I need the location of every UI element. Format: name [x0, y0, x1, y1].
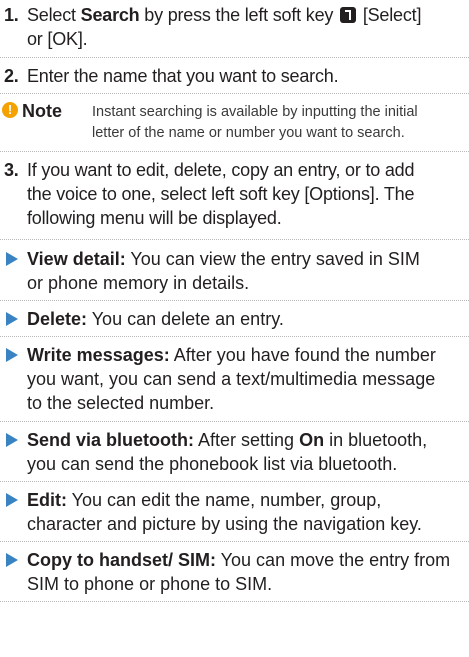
- divider: [0, 93, 469, 94]
- option-term: Write messages:: [27, 345, 170, 365]
- option-desc-bold: On: [299, 430, 325, 450]
- divider: [0, 57, 469, 58]
- bullet-arrow-icon: [6, 312, 18, 326]
- step-1: 1. Select Search by press the left soft …: [0, 3, 469, 51]
- option-term: Copy to handset/ SIM:: [27, 550, 216, 570]
- option-desc: character and picture by using the navig…: [27, 514, 422, 534]
- step-text: Enter the name that you want to search.: [27, 66, 339, 86]
- option-desc: You can move the entry from: [216, 550, 451, 570]
- step-number: 2.: [4, 66, 19, 86]
- divider: [0, 151, 469, 152]
- bullet-arrow-icon: [6, 348, 18, 362]
- divider: [0, 300, 469, 301]
- option-desc: After you have found the number: [169, 345, 436, 365]
- option-delete: Delete: You can delete an entry.: [0, 307, 469, 331]
- bullet-arrow-icon: [6, 252, 18, 266]
- divider: [0, 421, 469, 422]
- note-title: Note: [22, 101, 62, 121]
- step-3: 3. If you want to edit, delete, copy an …: [0, 158, 469, 230]
- note-text: Instant searching is available by inputt…: [92, 104, 418, 141]
- option-desc: After setting: [194, 430, 300, 450]
- option-desc: You can edit the name, number, group,: [67, 490, 382, 510]
- option-term: Edit:: [27, 490, 67, 510]
- option-desc: you want, you can send a text/multimedia…: [27, 369, 436, 389]
- option-desc: you can send the phonebook list via blue…: [27, 454, 398, 474]
- divider: [0, 239, 469, 240]
- bullet-arrow-icon: [6, 553, 18, 567]
- option-desc: to the selected number.: [27, 393, 215, 413]
- option-edit: Edit: You can edit the name, number, gro…: [0, 488, 469, 536]
- step-text: by press the left soft key: [139, 5, 334, 25]
- divider: [0, 336, 469, 337]
- option-send-via-bluetooth: Send via bluetooth: After setting On in …: [0, 428, 469, 476]
- step-text: If you want to edit, delete, copy an ent…: [27, 160, 415, 180]
- divider: [0, 601, 469, 602]
- option-copy-to-handset-sim: Copy to handset/ SIM: You can move the e…: [0, 548, 469, 596]
- option-view-detail: View detail: You can view the entry save…: [0, 247, 469, 295]
- bullet-arrow-icon: [6, 493, 18, 507]
- step-text: following menu will be displayed.: [27, 208, 282, 228]
- left-soft-key-icon: [340, 7, 356, 23]
- divider: [0, 481, 469, 482]
- search-term: Search: [80, 5, 140, 25]
- divider: [0, 541, 469, 542]
- manual-page: 1. Select Search by press the left soft …: [0, 0, 469, 657]
- option-term: View detail:: [27, 249, 126, 269]
- option-term: Send via bluetooth:: [27, 430, 195, 450]
- step-text: Select: [27, 5, 81, 25]
- option-desc: in bluetooth,: [324, 430, 428, 450]
- step-text: [Select]: [362, 5, 422, 25]
- note-alert-icon: !: [2, 102, 18, 118]
- step-number: 1.: [4, 5, 19, 25]
- option-term: Delete:: [27, 309, 88, 329]
- note: ! Note Instant searching is available by…: [0, 100, 469, 146]
- option-desc: You can delete an entry.: [87, 309, 284, 329]
- step-2: 2. Enter the name that you want to searc…: [0, 64, 469, 88]
- step-number: 3.: [4, 160, 19, 180]
- option-desc: or phone memory in details.: [27, 273, 250, 293]
- step-text: or [OK].: [27, 29, 88, 49]
- option-desc: You can view the entry saved in SIM: [125, 249, 420, 269]
- step-text: the voice to one, select left soft key […: [27, 184, 415, 204]
- bullet-arrow-icon: [6, 433, 18, 447]
- option-write-messages: Write messages: After you have found the…: [0, 343, 469, 415]
- option-desc: SIM to phone or phone to SIM.: [27, 574, 273, 594]
